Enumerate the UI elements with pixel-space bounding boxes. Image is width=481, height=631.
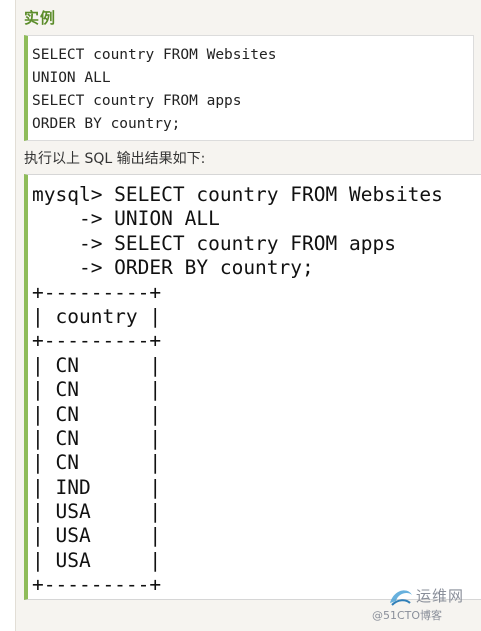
output-line: mysql> SELECT country FROM Websites bbox=[32, 183, 443, 206]
code-line: SELECT country FROM apps bbox=[32, 93, 242, 109]
output-caption: 执行以上 SQL 输出结果如下: bbox=[24, 151, 206, 167]
table-row: | CN | bbox=[32, 353, 162, 377]
table-row: | CN | bbox=[32, 378, 162, 402]
table-row: | USA | bbox=[32, 548, 162, 572]
site-watermark: 运维网 @51CTO博客 bbox=[370, 583, 481, 627]
swirl-logo-icon bbox=[390, 590, 412, 606]
section-heading: 实例 bbox=[24, 9, 57, 27]
table-border: +---------+ bbox=[32, 280, 162, 304]
example-code-block: SELECT country FROM Websites UNION ALL S… bbox=[24, 35, 474, 141]
table-row: | IND | bbox=[32, 475, 162, 499]
table-border: +---------+ bbox=[32, 329, 162, 353]
table-row: | CN | bbox=[32, 402, 162, 426]
watermark-source: @51CTO博客 bbox=[372, 609, 443, 622]
code-line: UNION ALL bbox=[32, 70, 111, 86]
table-row: | USA | bbox=[32, 524, 162, 548]
sql-output-block: mysql> SELECT country FROM Websites -> U… bbox=[24, 174, 481, 600]
table-header-row: | country | bbox=[32, 304, 162, 328]
output-line: -> SELECT country FROM apps bbox=[32, 231, 396, 255]
output-line: -> ORDER BY country; bbox=[32, 256, 314, 280]
code-line: SELECT country FROM Websites bbox=[32, 47, 277, 63]
output-line: -> UNION ALL bbox=[32, 207, 220, 231]
watermark-brand: 运维网 bbox=[416, 587, 465, 605]
table-row: | CN | bbox=[32, 451, 162, 475]
table-row: | CN | bbox=[32, 426, 162, 450]
code-line: ORDER BY country; bbox=[32, 116, 181, 132]
tutorial-page: 实例 SELECT country FROM Websites UNION AL… bbox=[15, 0, 481, 631]
table-row: | USA | bbox=[32, 500, 162, 524]
